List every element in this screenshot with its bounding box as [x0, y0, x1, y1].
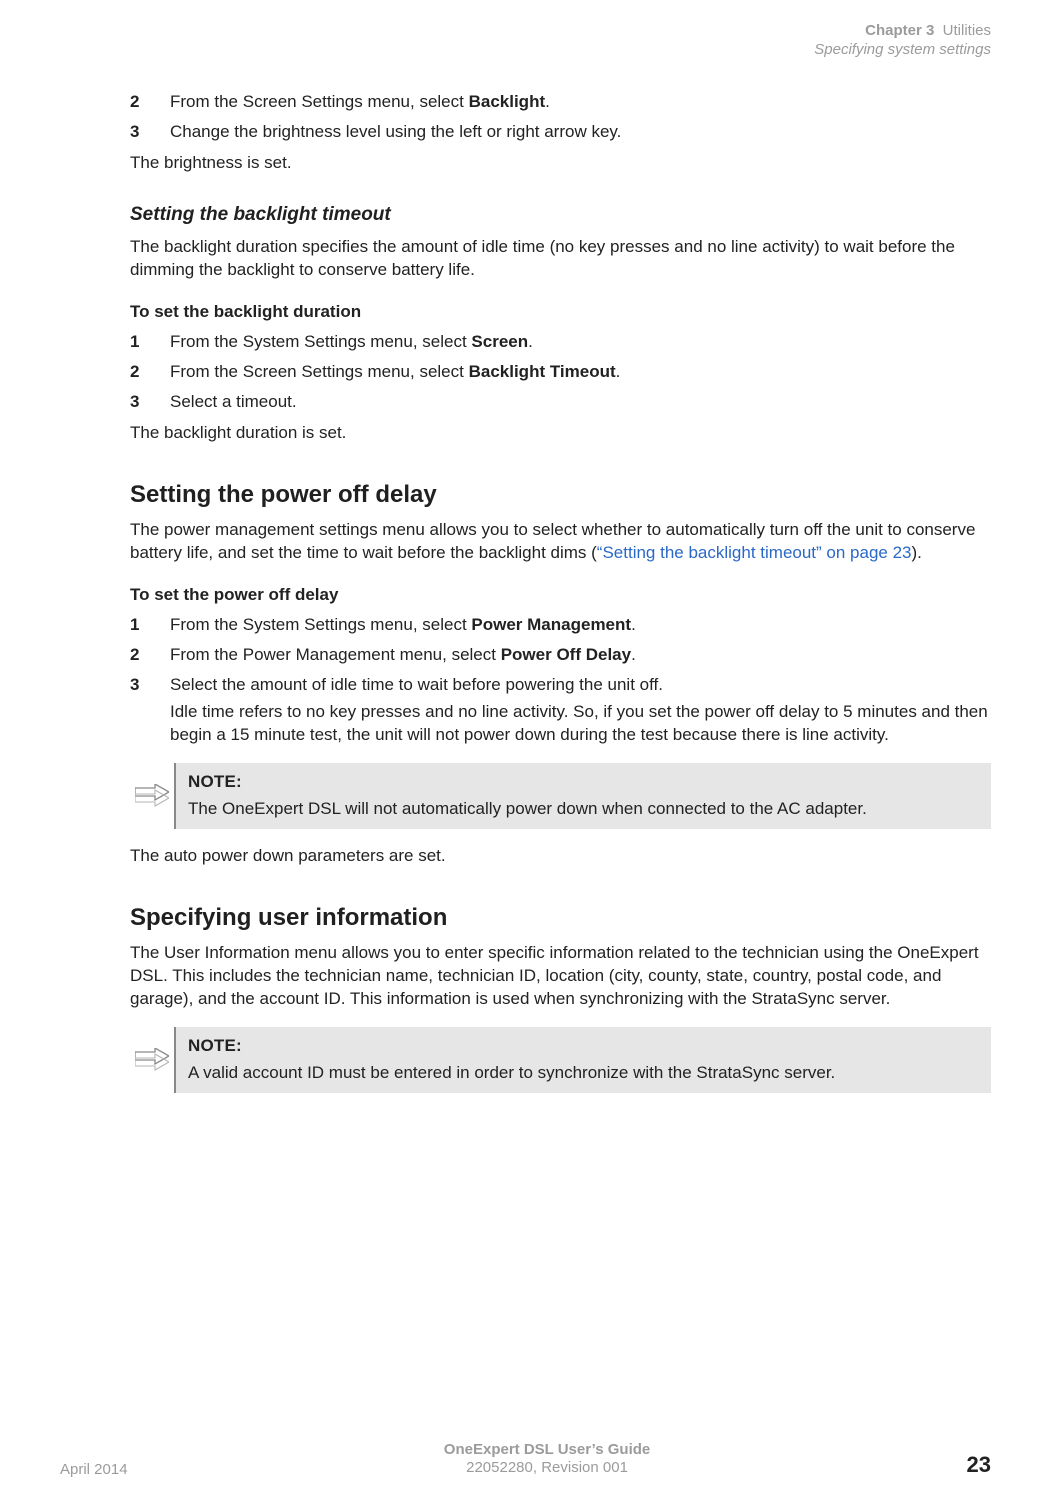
- footer-guide-title: OneExpert DSL User’s Guide: [444, 1441, 650, 1460]
- step-row: 3 Select the amount of idle time to wait…: [130, 675, 991, 695]
- step-text: From the Power Management menu, select P…: [170, 645, 991, 665]
- para: The power management settings menu allow…: [130, 519, 991, 565]
- result-text: The auto power down parameters are set.: [130, 845, 991, 868]
- cross-reference-link[interactable]: “Setting the backlight timeout” on page …: [597, 543, 912, 562]
- step-row: 3 Select a timeout.: [130, 392, 991, 412]
- task-heading: To set the backlight duration: [130, 302, 991, 322]
- step-text: Select the amount of idle time to wait b…: [170, 675, 991, 695]
- step-text: Change the brightness level using the le…: [170, 122, 991, 142]
- note-body: NOTE: A valid account ID must be entered…: [174, 1027, 991, 1093]
- step-text: From the System Settings menu, select Po…: [170, 615, 991, 635]
- result-text: The brightness is set.: [130, 152, 991, 175]
- heading-user-information: Specifying user information: [130, 904, 991, 932]
- step-number: 1: [130, 332, 170, 352]
- step-row: 1 From the System Settings menu, select …: [130, 332, 991, 352]
- note-label: NOTE:: [188, 771, 979, 794]
- step-number: 2: [130, 645, 170, 665]
- page-number: 23: [967, 1452, 991, 1478]
- heading-backlight-timeout: Setting the backlight timeout: [130, 204, 991, 226]
- note-arrow-icon: [130, 1027, 174, 1093]
- footer-date: April 2014: [60, 1461, 128, 1478]
- step-number: 2: [130, 362, 170, 382]
- page-footer: April 2014 OneExpert DSL User’s Guide 22…: [0, 1441, 1051, 1487]
- step-number: 3: [130, 122, 170, 142]
- header-subtitle: Specifying system settings: [60, 41, 991, 60]
- note-block: NOTE: The OneExpert DSL will not automat…: [130, 763, 991, 829]
- task-heading: To set the power off delay: [130, 585, 991, 605]
- note-text: A valid account ID must be entered in or…: [188, 1063, 835, 1082]
- header-title: Utilities: [943, 22, 991, 39]
- page: Chapter 3 Utilities Specifying system se…: [0, 0, 1051, 1490]
- footer-center: OneExpert DSL User’s Guide 22052280, Rev…: [444, 1441, 650, 1479]
- step-sub-text: Idle time refers to no key presses and n…: [170, 701, 991, 747]
- footer-revision: 22052280, Revision 001: [444, 1459, 650, 1478]
- step-number: 3: [130, 675, 170, 695]
- note-arrow-icon: [130, 763, 174, 829]
- step-row: 2 From the Power Management menu, select…: [130, 645, 991, 665]
- step-number: 1: [130, 615, 170, 635]
- step-text: Select a timeout.: [170, 392, 991, 412]
- content: 2 From the Screen Settings menu, select …: [130, 92, 991, 1093]
- heading-power-off-delay: Setting the power off delay: [130, 481, 991, 509]
- step-number: 3: [130, 392, 170, 412]
- header-chapter: Chapter 3: [865, 22, 934, 39]
- step-text: From the Screen Settings menu, select Ba…: [170, 92, 991, 112]
- step-row: 1 From the System Settings menu, select …: [130, 615, 991, 635]
- step-row: 2 From the Screen Settings menu, select …: [130, 362, 991, 382]
- note-block: NOTE: A valid account ID must be entered…: [130, 1027, 991, 1093]
- step-text: From the Screen Settings menu, select Ba…: [170, 362, 991, 382]
- running-header: Chapter 3 Utilities Specifying system se…: [60, 22, 991, 60]
- step-row: 3 Change the brightness level using the …: [130, 122, 991, 142]
- note-text: The OneExpert DSL will not automatically…: [188, 799, 867, 818]
- para: The User Information menu allows you to …: [130, 942, 991, 1011]
- para: The backlight duration specifies the amo…: [130, 236, 991, 282]
- note-body: NOTE: The OneExpert DSL will not automat…: [174, 763, 991, 829]
- note-label: NOTE:: [188, 1035, 979, 1058]
- result-text: The backlight duration is set.: [130, 422, 991, 445]
- step-text: From the System Settings menu, select Sc…: [170, 332, 991, 352]
- step-number: 2: [130, 92, 170, 112]
- step-row: 2 From the Screen Settings menu, select …: [130, 92, 991, 112]
